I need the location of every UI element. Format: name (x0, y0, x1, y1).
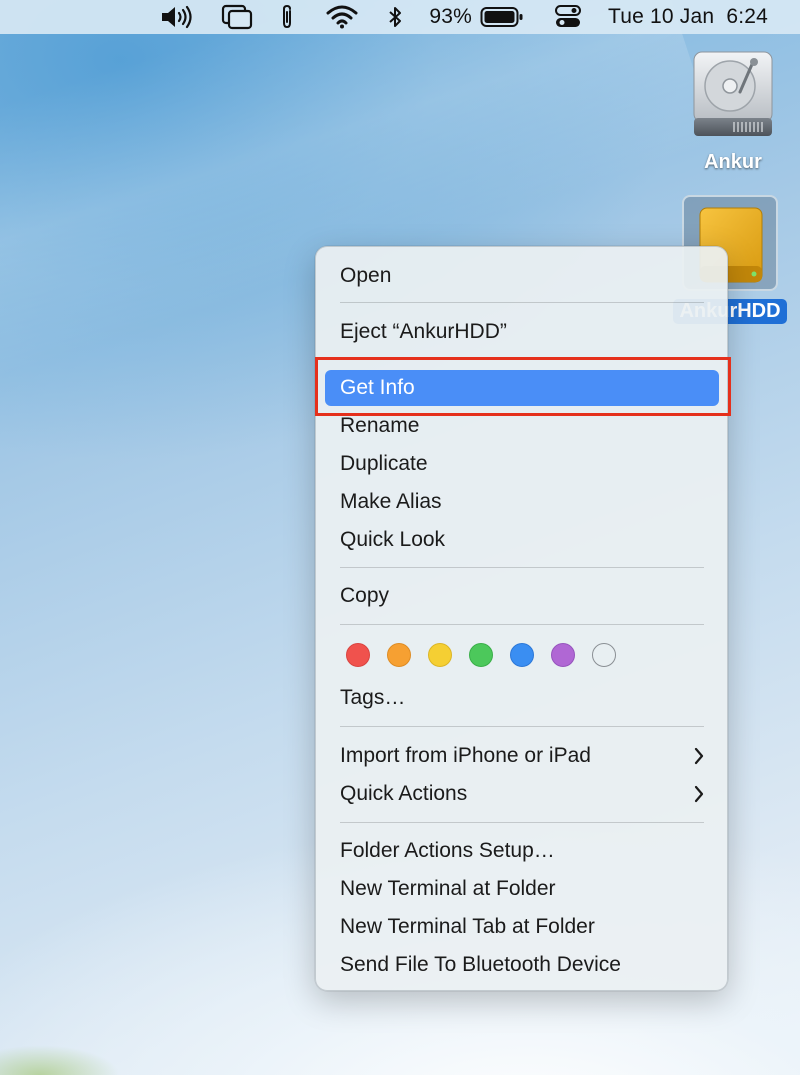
menu-item-new-terminal-tab-at-folder[interactable]: New Terminal Tab at Folder (325, 909, 719, 945)
battery-icon[interactable] (480, 0, 524, 34)
menu-separator (340, 302, 704, 303)
menu-item-eject[interactable]: Eject “AnkurHDD” (325, 314, 719, 350)
menu-item-label: Quick Look (340, 528, 446, 551)
menu-item-label: Open (340, 264, 392, 287)
menu-item-label: Rename (340, 414, 420, 437)
clock[interactable]: Tue 10 Jan 6:24 (608, 0, 768, 34)
menu-separator (340, 822, 704, 823)
menu-item-open[interactable]: Open (325, 258, 719, 294)
menu-item-import-from-iphone[interactable]: Import from iPhone or iPad (325, 738, 719, 774)
tag-red-dot[interactable] (346, 643, 370, 667)
menu-item-label: Send File To Bluetooth Device (340, 953, 621, 976)
drive-label-ankur: Ankur (704, 151, 762, 173)
control-center-icon[interactable] (554, 0, 582, 34)
internal-disk-icon (688, 48, 778, 145)
menu-separator (340, 624, 704, 625)
menu-item-label: Import from iPhone or iPad (340, 744, 591, 767)
menu-item-duplicate[interactable]: Duplicate (325, 446, 719, 482)
menu-item-tags[interactable]: Tags… (325, 680, 719, 716)
tag-none-dot[interactable] (592, 643, 616, 667)
tag-purple-dot[interactable] (551, 643, 575, 667)
menu-item-label: Tags… (340, 686, 406, 709)
desktop-drive-ankur[interactable]: Ankur (683, 48, 783, 174)
paperclip-icon[interactable] (275, 0, 299, 34)
wifi-icon[interactable] (325, 0, 359, 34)
screen-mirroring-icon[interactable] (219, 0, 255, 34)
tag-orange-dot[interactable] (387, 643, 411, 667)
chevron-right-icon (694, 747, 704, 765)
menu-item-copy[interactable]: Copy (325, 578, 719, 614)
bluetooth-icon[interactable] (385, 0, 405, 34)
tag-green-dot[interactable] (469, 643, 493, 667)
context-menu: Open Eject “AnkurHDD” Get Info Rename Du… (315, 246, 728, 991)
menu-item-label: Make Alias (340, 490, 442, 513)
menu-item-folder-actions-setup[interactable]: Folder Actions Setup… (325, 833, 719, 869)
menu-item-label: Copy (340, 584, 390, 607)
menu-item-label: Folder Actions Setup… (340, 839, 555, 862)
menu-item-label: Duplicate (340, 452, 428, 475)
menu-item-rename[interactable]: Rename (325, 408, 719, 444)
menu-separator (340, 359, 704, 360)
menu-item-label: New Terminal Tab at Folder (340, 915, 595, 938)
datetime-text: Tue 10 Jan 6:24 (607, 5, 768, 28)
menu-bar: 93% Tue 10 Jan 6:24 (0, 0, 800, 34)
menu-item-quick-actions[interactable]: Quick Actions (325, 776, 719, 812)
menu-item-make-alias[interactable]: Make Alias (325, 484, 719, 520)
tag-blue-dot[interactable] (510, 643, 534, 667)
menu-separator (340, 726, 704, 727)
menu-item-get-info[interactable]: Get Info (325, 370, 719, 406)
volume-icon[interactable] (157, 0, 197, 34)
desktop: 93% Tue 10 Jan 6:24 Ankur AnkurHDD Open … (0, 0, 800, 1075)
menu-item-quick-look[interactable]: Quick Look (325, 522, 719, 558)
menu-item-label: New Terminal at Folder (340, 877, 556, 900)
menu-separator (340, 567, 704, 568)
menu-item-new-terminal-at-folder[interactable]: New Terminal at Folder (325, 871, 719, 907)
tag-yellow-dot[interactable] (428, 643, 452, 667)
menu-item-label: Eject “AnkurHDD” (340, 320, 507, 343)
battery-percent-text: 93% (429, 5, 472, 28)
battery-percent: 93% (429, 0, 472, 34)
wallpaper-accent (0, 1045, 120, 1075)
menu-item-send-file-to-bluetooth[interactable]: Send File To Bluetooth Device (325, 947, 719, 983)
tag-color-row (346, 642, 616, 668)
menu-item-label: Get Info (340, 376, 415, 399)
menu-item-label: Quick Actions (340, 782, 468, 805)
chevron-right-icon (694, 785, 704, 803)
